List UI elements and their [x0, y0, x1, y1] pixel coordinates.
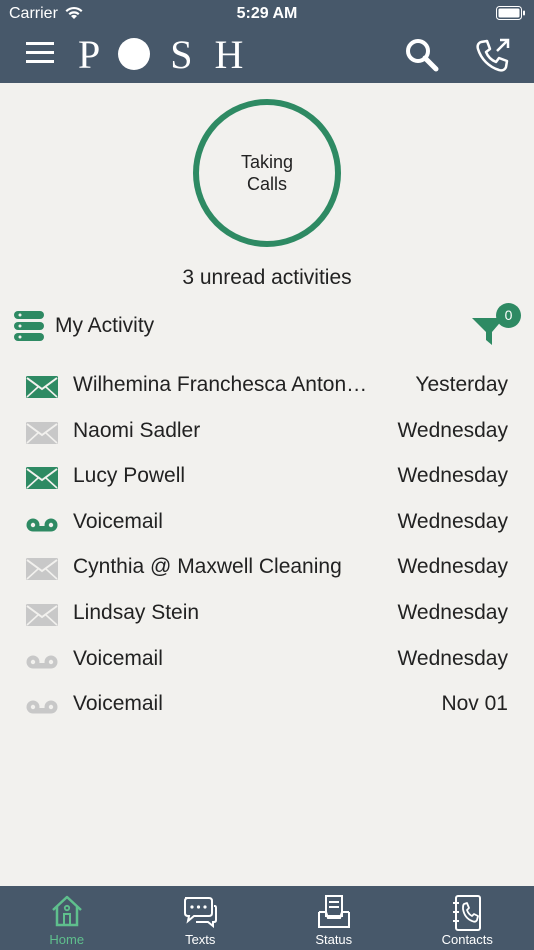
clock: 5:29 AM: [236, 5, 298, 22]
logo-dot: [118, 38, 151, 70]
activity-header: My Activity: [13, 309, 154, 343]
tab-home[interactable]: Home: [0, 886, 134, 950]
activity-name: Lindsay Stein: [73, 600, 200, 624]
activity-row[interactable]: Voicemail Nov 01: [0, 683, 534, 729]
status-icon: [317, 895, 350, 928]
activity-date: Wednesday: [397, 464, 508, 488]
envelope-icon: [26, 376, 58, 398]
activity-date: Wednesday: [397, 646, 508, 670]
voicemail-icon: [26, 700, 58, 714]
activity-name: Lucy Powell: [73, 464, 186, 488]
activity-name: Cynthia @ Maxwell Cleaning: [73, 555, 342, 579]
contacts-icon: [453, 895, 482, 931]
activity-name: Wilhemina Franchesca Antonella: [73, 373, 373, 396]
call-status-label: Taking Calls: [240, 152, 294, 194]
tab-texts-label: Texts: [185, 932, 216, 947]
activity-row[interactable]: Lindsay Stein Wednesday: [0, 592, 534, 638]
envelope-icon: [26, 467, 58, 490]
logo-letter-p: P: [78, 31, 101, 77]
activity-row[interactable]: Voicemail Wednesday: [0, 638, 534, 684]
activity-row[interactable]: Wilhemina Franchesca Antonella Yesterday: [0, 364, 534, 410]
activity-list: Wilhemina Franchesca Antonella Yesterday N…: [0, 364, 534, 729]
activity-date: Wednesday: [397, 555, 508, 579]
activity-list-icon: [14, 311, 44, 341]
battery-icon: [496, 6, 525, 20]
activity-row[interactable]: Voicemail Wednesday: [0, 501, 534, 547]
menu-icon[interactable]: [26, 40, 56, 66]
unread-summary: 3 unread activities: [182, 266, 352, 289]
taking-calls-toggle[interactable]: Taking Calls: [193, 99, 341, 247]
activity-date: Nov 01: [441, 692, 508, 716]
tab-contacts[interactable]: Contacts: [401, 886, 534, 950]
logo-letter-s: S: [170, 31, 193, 77]
envelope-icon: [26, 603, 58, 626]
envelope-icon: [26, 421, 58, 444]
activity-name: Voicemail: [73, 646, 163, 670]
posh-logo: P S H: [78, 32, 243, 77]
top-bar: Carrier 5:29 AM P S H: [0, 0, 534, 83]
tab-status[interactable]: Status: [267, 886, 401, 950]
tab-contacts-label: Contacts: [441, 932, 493, 947]
outgoing-call-icon[interactable]: [472, 36, 512, 76]
activity-row[interactable]: Naomi Sadler Wednesday: [0, 410, 534, 456]
tab-status-label: Status: [315, 932, 353, 947]
texts-icon: [184, 897, 218, 928]
voicemail-icon: [26, 655, 58, 669]
search-icon[interactable]: [402, 36, 442, 76]
activity-date: Yesterday: [415, 373, 508, 396]
filter-count-badge: 0: [496, 303, 521, 328]
tab-texts[interactable]: Texts: [134, 886, 268, 950]
activity-date: Wednesday: [397, 509, 508, 533]
voicemail-icon: [26, 518, 58, 532]
activity-date: Wednesday: [397, 418, 508, 442]
tab-bar: Home Texts Status Contacts: [0, 886, 534, 950]
envelope-icon: [26, 558, 58, 581]
activity-name: Naomi Sadler: [73, 418, 201, 442]
activity-name: Voicemail: [73, 692, 163, 716]
home-icon: [51, 895, 82, 927]
activity-row[interactable]: Cynthia @ Maxwell Cleaning Wednesday: [0, 546, 534, 592]
activity-name: Voicemail: [73, 509, 163, 533]
activity-date: Wednesday: [397, 600, 508, 624]
activity-row[interactable]: Lucy Powell Wednesday: [0, 455, 534, 501]
tab-home-label: Home: [49, 932, 85, 947]
logo-letter-h: H: [214, 31, 244, 77]
status-bar: Carrier 5:29 AM: [0, 0, 534, 28]
activity-title: My Activity: [55, 314, 155, 337]
